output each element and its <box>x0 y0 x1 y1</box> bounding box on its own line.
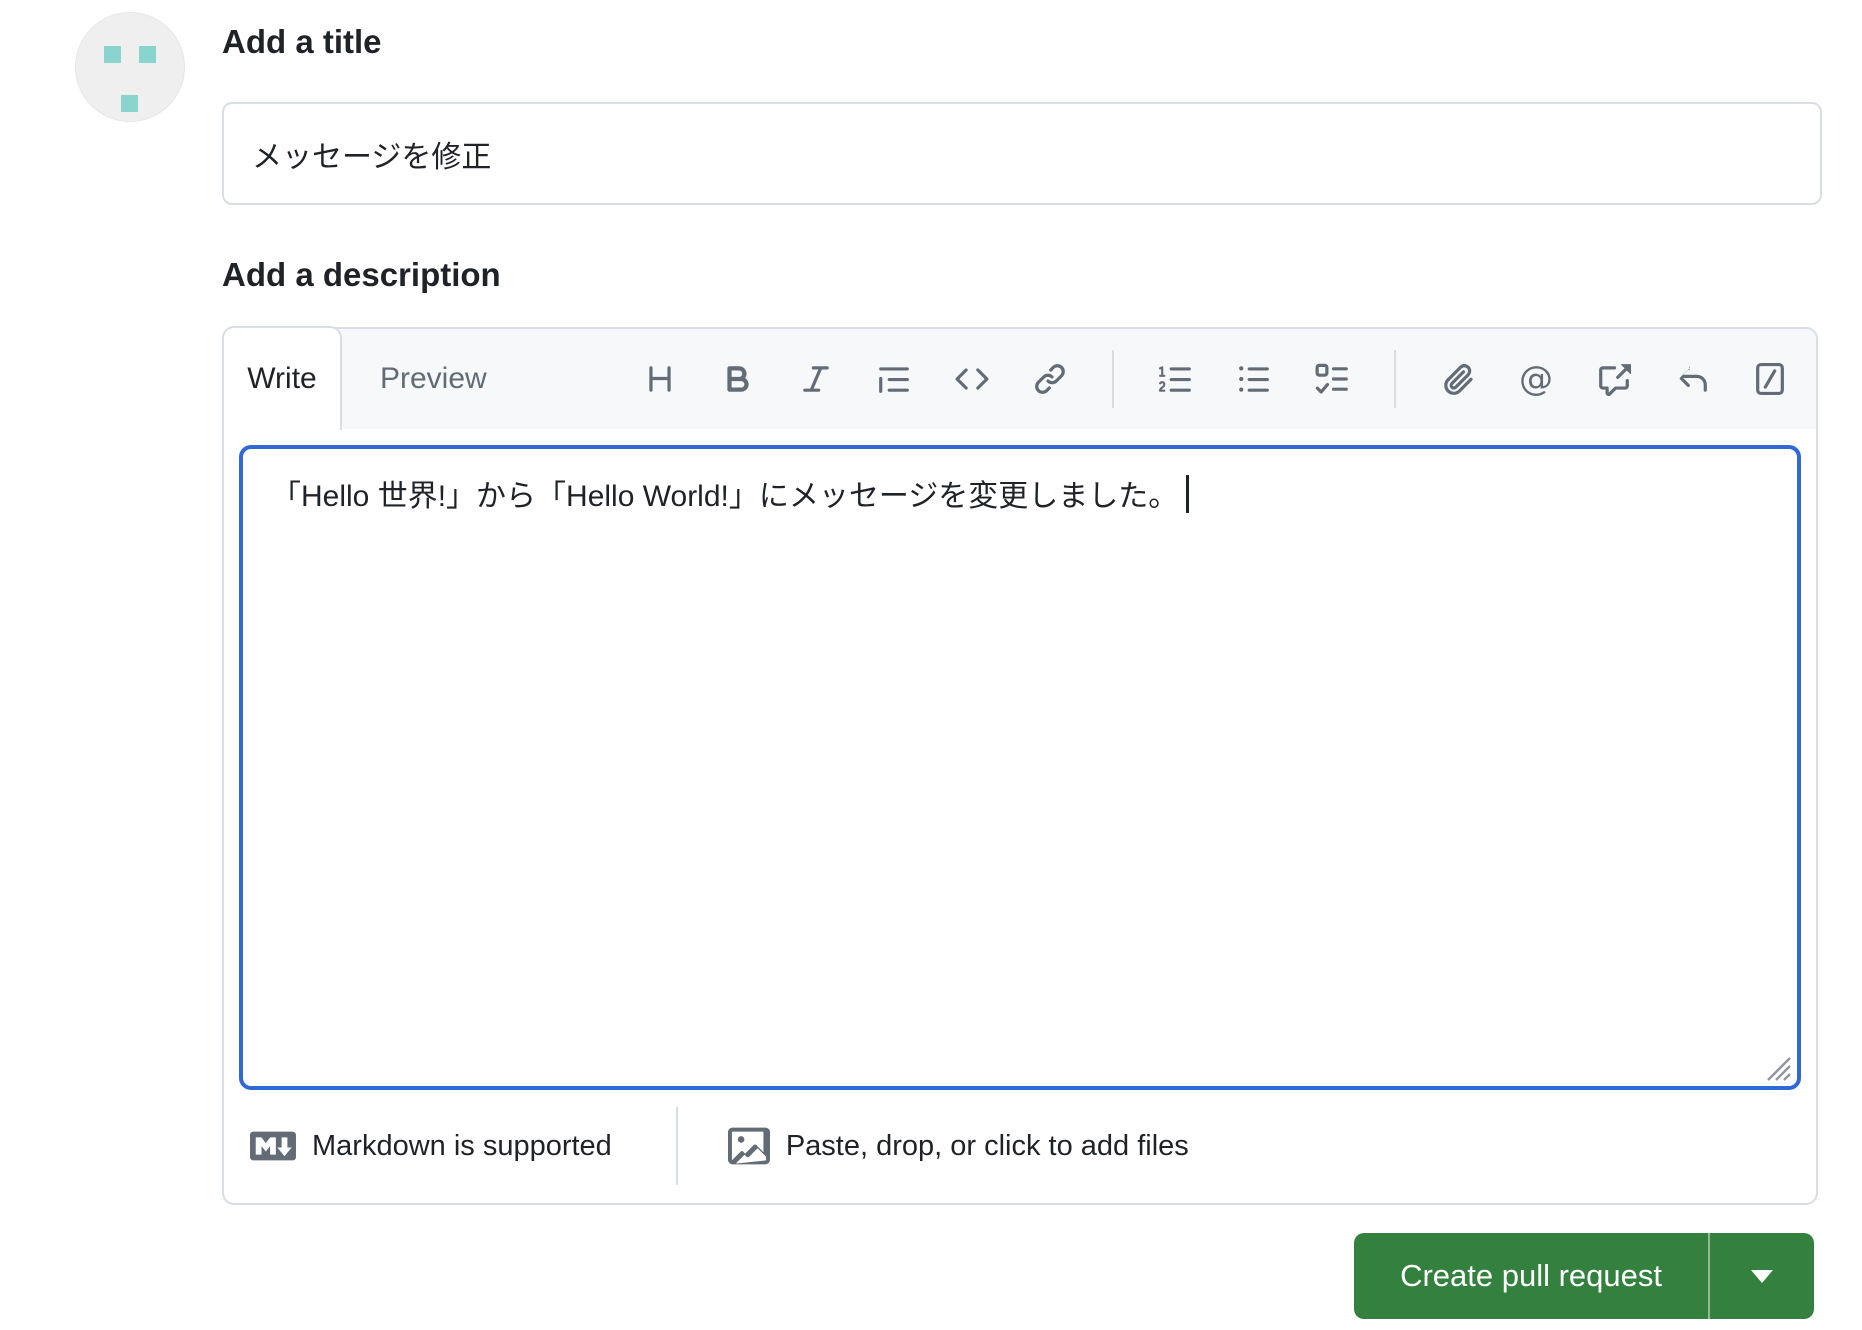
title-input[interactable] <box>222 102 1822 205</box>
description-text: 「Hello 世界!」から「Hello World!」にメッセージを変更しました… <box>271 480 1179 513</box>
caret-down-icon <box>1751 1269 1773 1283</box>
identicon-square <box>139 46 156 63</box>
identicon-square <box>104 46 121 63</box>
ordered-list-icon <box>1159 366 1191 392</box>
mention-icon: @ <box>1519 359 1553 399</box>
text-cursor <box>1186 475 1190 513</box>
unordered-list-icon <box>1239 366 1269 392</box>
add-files-button[interactable]: Paste, drop, or click to add files <box>727 1125 1189 1167</box>
tasklist-button[interactable] <box>1312 359 1352 399</box>
toolbar-divider <box>1394 350 1396 408</box>
create-pull-request-dropdown[interactable] <box>1708 1233 1814 1319</box>
quote-icon <box>879 367 909 393</box>
create-pull-request-button[interactable]: Create pull request <box>1354 1233 1708 1319</box>
editor-footer: Markdown is supported Paste, drop, or cl… <box>224 1090 1816 1202</box>
unordered-list-button[interactable] <box>1234 359 1274 399</box>
link-icon <box>1035 364 1065 394</box>
link-button[interactable] <box>1030 359 1070 399</box>
create-pull-request-button-group: Create pull request <box>1354 1233 1814 1319</box>
ordered-list-button[interactable] <box>1156 359 1196 399</box>
quote-button[interactable] <box>874 359 914 399</box>
cross-reference-icon <box>1599 364 1631 396</box>
reply-button[interactable] <box>1672 359 1712 399</box>
tab-preview[interactable]: Preview <box>342 329 525 429</box>
mention-button[interactable]: @ <box>1516 359 1556 399</box>
paperclip-icon <box>1444 364 1473 395</box>
description-textarea[interactable]: 「Hello 世界!」から「Hello World!」にメッセージを変更しました… <box>239 445 1801 1090</box>
editor-header: Write Preview @ <box>222 326 1816 430</box>
heading-button[interactable] <box>640 359 680 399</box>
form-actions: Create pull request <box>222 1233 1814 1319</box>
slash-command-button[interactable] <box>1750 359 1790 399</box>
markdown-editor: Write Preview @ 「Hello 世界!」から「Hello Worl… <box>222 326 1818 1205</box>
markdown-toolbar: @ <box>640 350 1816 408</box>
bold-button[interactable] <box>718 359 758 399</box>
code-button[interactable] <box>952 359 992 399</box>
italic-icon <box>803 366 829 392</box>
paste-note-text: Paste, drop, or click to add files <box>785 1129 1189 1162</box>
tasklist-icon <box>1315 363 1348 394</box>
markdown-note-text: Markdown is supported <box>312 1129 612 1162</box>
resize-handle-icon[interactable] <box>1762 1051 1792 1081</box>
reply-icon <box>1679 366 1707 392</box>
markdown-supported-link[interactable]: Markdown is supported <box>250 1123 612 1169</box>
form-column: Add a title Add a description Write Prev… <box>222 0 1822 1319</box>
markdown-icon <box>250 1131 296 1161</box>
identicon-square <box>121 95 138 112</box>
cross-reference-button[interactable] <box>1594 359 1634 399</box>
heading-icon <box>649 366 671 392</box>
slash-command-icon <box>1756 362 1784 396</box>
image-icon <box>727 1127 770 1165</box>
attach-file-button[interactable] <box>1438 359 1478 399</box>
italic-button[interactable] <box>796 359 836 399</box>
create-pull-request-form: Add a title Add a description Write Prev… <box>0 0 1862 1330</box>
toolbar-divider <box>1112 350 1114 408</box>
description-label: Add a description <box>222 256 501 293</box>
bold-icon <box>727 366 749 392</box>
title-label: Add a title <box>222 23 382 60</box>
tab-write[interactable]: Write <box>222 326 342 430</box>
code-icon <box>955 368 989 390</box>
avatar <box>75 12 185 122</box>
footer-divider <box>675 1107 678 1185</box>
